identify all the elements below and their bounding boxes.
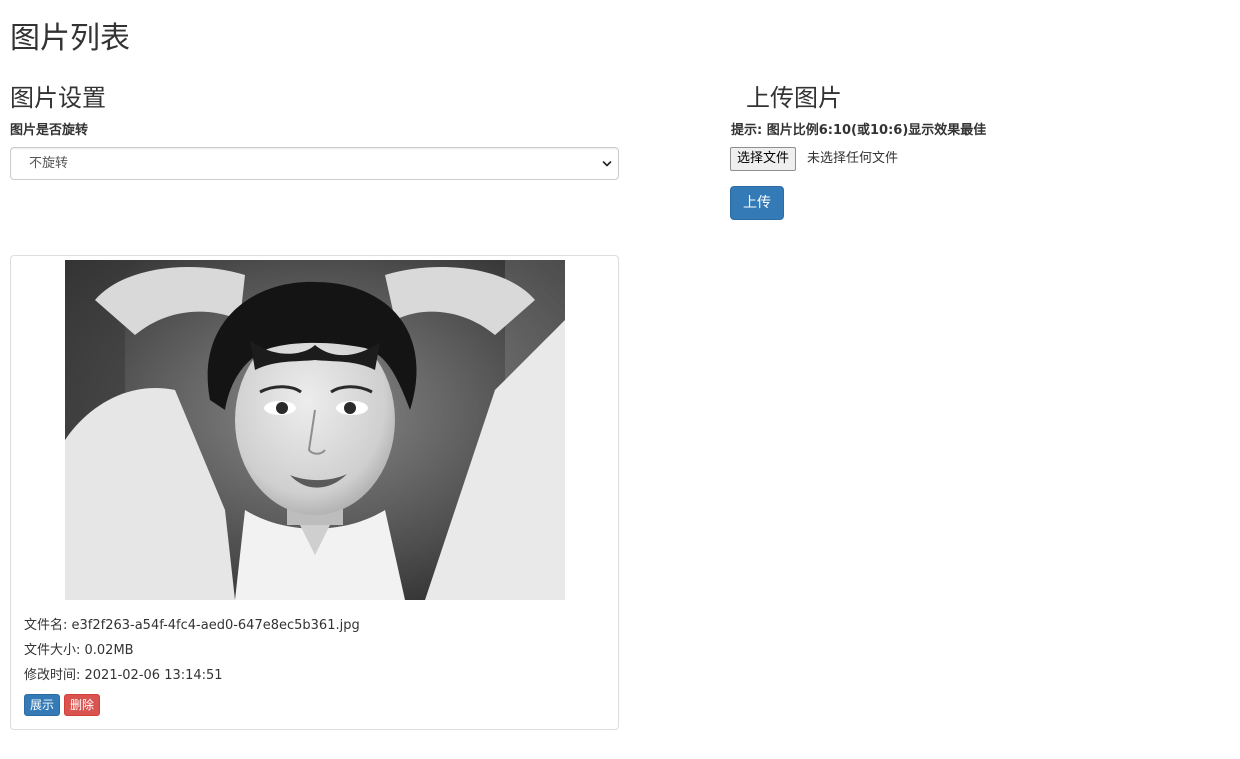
file-name: 文件名: e3f2f263-a54f-4fc4-aed0-647e8ec5b36… [24, 618, 360, 633]
show-button[interactable]: 展示 [24, 694, 61, 716]
page-title: 图片列表 [10, 21, 130, 56]
choose-file-button[interactable]: 选择文件 [730, 147, 797, 171]
settings-heading: 图片设置 [10, 84, 106, 112]
portrait-photo [65, 260, 565, 600]
rotate-select[interactable]: 不旋转 [10, 147, 619, 180]
image-card: 文件名: e3f2f263-a54f-4fc4-aed0-647e8ec5b36… [10, 255, 619, 730]
upload-heading: 上传图片 [746, 84, 842, 112]
chevron-down-icon [602, 161, 612, 167]
rotate-select-value: 不旋转 [29, 156, 69, 171]
delete-button[interactable]: 删除 [64, 694, 101, 716]
file-size: 文件大小: 0.02MB [24, 643, 134, 658]
upload-hint: 提示: 图片比例6:10(或10:6)显示效果最佳 [731, 123, 987, 138]
file-status: 未选择任何文件 [807, 151, 899, 166]
upload-button[interactable]: 上传 [730, 186, 784, 220]
file-modified-time: 修改时间: 2021-02-06 13:14:51 [24, 668, 223, 683]
image-thumbnail [65, 260, 565, 600]
rotate-label: 图片是否旋转 [10, 123, 89, 138]
